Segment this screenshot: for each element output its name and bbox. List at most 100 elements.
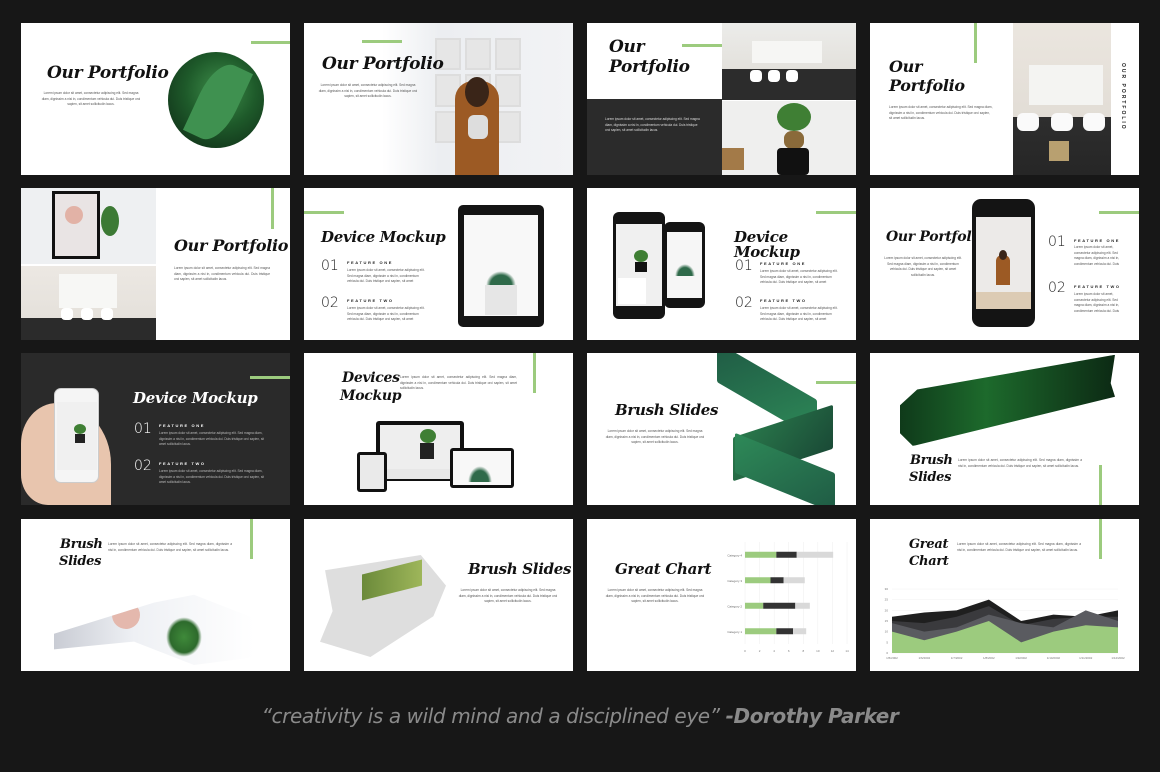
bar-segment xyxy=(770,577,784,584)
slide-title-line1: Great xyxy=(909,537,949,552)
feature-number: 02 xyxy=(321,295,339,311)
accent-bar xyxy=(251,41,290,44)
feature-number: 01 xyxy=(134,421,152,437)
y-tick-label: 30 xyxy=(885,587,889,591)
feature-number: 02 xyxy=(1048,280,1066,296)
y-tick-label: 5 xyxy=(886,640,888,644)
laptop-mockup xyxy=(450,448,514,488)
slide-device-mockup-2[interactable]: Device Mockup 01 FEATURE ONE Lorem ipsum… xyxy=(587,188,856,340)
slide-brush-slides-4[interactable]: Brush Slides Lorem ipsum dolor sit amet,… xyxy=(304,519,573,671)
slide-our-portfolio-3[interactable]: Our Portfolio Lorem ipsum dolor sit amet… xyxy=(587,23,856,175)
slide-great-chart-area[interactable]: Great Chart Lorem ipsum dolor sit amet, … xyxy=(870,519,1139,671)
slide-title: Device Mockup xyxy=(133,389,258,407)
slide-title: Brush Slides xyxy=(468,560,572,578)
feature-text: Lorem ipsum dolor sit amet, consectetur … xyxy=(159,431,265,447)
feature-number: 02 xyxy=(735,295,753,311)
slide-title: Device Mockup xyxy=(321,228,446,246)
quote-text: “creativity is a wild mind and a discipl… xyxy=(261,704,720,728)
y-tick-label: 10 xyxy=(885,630,889,634)
slide-body-text: Lorem ipsum dolor sit amet, consectetur … xyxy=(958,458,1082,468)
slide-great-chart-bar[interactable]: Great Chart Lorem ipsum dolor sit amet, … xyxy=(587,519,856,671)
slide-our-portfolio-1[interactable]: Our Portfolio Lorem ipsum dolor sit amet… xyxy=(21,23,290,175)
dark-text-panel xyxy=(587,99,722,175)
slide-title: Our Portfolio xyxy=(886,229,986,245)
quote: “creativity is a wild mind and a discipl… xyxy=(0,704,1160,728)
accent-bar xyxy=(362,40,402,43)
x-tick-label: 1/8/2002 xyxy=(983,656,995,660)
area-chart: 0 5 10 15 20 25 30 1/5/2002 1/6/2002 1/7/2002 1/8/… xyxy=(885,587,1125,660)
feature-number: 01 xyxy=(735,258,753,274)
slide-title-line1: Devices xyxy=(342,370,400,386)
slide-title-line2: Slides xyxy=(59,554,102,569)
feature-text: Lorem ipsum dolor sit amet, consectetur … xyxy=(760,306,838,323)
accent-bar xyxy=(974,23,977,63)
x-tick-label: 1/9/2002 xyxy=(1015,656,1027,660)
slide-body-text: Lorem ipsum dolor sit amet, consectetur … xyxy=(884,256,962,277)
slide-title-line2: Slides xyxy=(909,470,952,485)
slide-body-text: Lorem ipsum dolor sit amet, consectetur … xyxy=(889,105,993,121)
bar-segment xyxy=(796,551,834,558)
x-tick-label: 1/11/2002 xyxy=(1079,656,1092,660)
category-label: Category 2 xyxy=(727,604,742,608)
accent-bar xyxy=(816,211,856,214)
x-tick-label: 1/6/2002 xyxy=(918,656,930,660)
slide-body-text: Lorem ipsum dolor sit amet, consectetur … xyxy=(400,375,517,391)
tablet-mockup xyxy=(458,205,544,327)
bar-segment xyxy=(783,577,805,584)
feature-label: FEATURE ONE xyxy=(159,423,205,428)
feature-text: Lorem ipsum dolor sit amet, consectetur … xyxy=(347,306,425,323)
meeting-room-image xyxy=(21,266,156,340)
accent-bar xyxy=(271,188,274,229)
y-tick-label: 15 xyxy=(885,619,889,623)
phone-mockup-large xyxy=(613,212,665,319)
slide-body-text: Lorem ipsum dolor sit amet, consectetur … xyxy=(318,83,418,99)
slide-our-portfolio-5[interactable]: Our Portfolio Lorem ipsum dolor sit amet… xyxy=(21,188,290,340)
slide-our-portfolio-6[interactable]: Our Portfolio Lorem ipsum dolor sit amet… xyxy=(870,188,1139,340)
feature-text: Lorem ipsum dolor sit amet, consectetur … xyxy=(347,268,425,285)
category-label: Category 1 xyxy=(727,630,742,634)
bar-segment xyxy=(745,628,777,635)
bar-chart: 0 2 4 6 8 10 12 14 Category 4 Category 3 Category … xyxy=(727,542,849,653)
feature-label: FEATURE ONE xyxy=(760,261,806,266)
accent-bar xyxy=(682,44,722,47)
bar-segment xyxy=(745,602,764,609)
slide-brush-slides-2[interactable]: Brush Slides Lorem ipsum dolor sit amet,… xyxy=(870,353,1139,505)
accent-bar xyxy=(250,519,253,559)
category-label: Category 3 xyxy=(727,579,742,583)
leaf-brush-stroke-image xyxy=(900,355,1115,448)
bar-segment xyxy=(795,602,810,609)
bar-segment xyxy=(745,551,777,558)
slide-title-line2: Portfolio xyxy=(609,57,690,77)
x-tick-label: 8 xyxy=(802,649,804,653)
bonsai-image xyxy=(722,101,856,175)
slide-devices-mockup[interactable]: Devices Mockup Lorem ipsum dolor sit ame… xyxy=(304,353,573,505)
bar-segment xyxy=(745,577,771,584)
feature-label: FEATURE ONE xyxy=(1074,238,1120,243)
slide-our-portfolio-4[interactable]: Our Portfolio Lorem ipsum dolor sit amet… xyxy=(870,23,1139,175)
bar-segment xyxy=(776,628,794,635)
plant-brush-stroke-image xyxy=(54,594,254,665)
x-tick-label: 0 xyxy=(744,649,746,653)
slide-body-text: Lorem ipsum dolor sit amet, consectetur … xyxy=(41,91,141,107)
bar-segment xyxy=(793,628,807,635)
accent-bar xyxy=(1099,211,1139,214)
feature-label: FEATURE TWO xyxy=(159,461,206,466)
slide-title: Our Portfolio xyxy=(174,236,289,255)
feature-label: FEATURE TWO xyxy=(760,298,807,303)
feature-text: Lorem ipsum dolor sit amet, consectetur … xyxy=(1074,292,1120,313)
slide-brush-slides-1[interactable]: Brush Slides Lorem ipsum dolor sit amet,… xyxy=(587,353,856,505)
x-tick-label: 4 xyxy=(773,649,775,653)
y-tick-label: 20 xyxy=(885,608,889,612)
slide-body-text: Lorem ipsum dolor sit amet, consectetur … xyxy=(605,429,705,445)
accent-bar xyxy=(1099,519,1102,559)
category-label: Category 4 xyxy=(727,553,742,557)
slide-device-mockup-1[interactable]: Device Mockup 01 FEATURE ONE Lorem ipsum… xyxy=(304,188,573,340)
slide-title: Great Chart xyxy=(615,560,712,578)
slide-title-line2: Mockup xyxy=(340,388,402,404)
slide-brush-slides-3[interactable]: Brush Slides Lorem ipsum dolor sit amet,… xyxy=(21,519,290,671)
trees-brush-stroke-image xyxy=(320,555,446,657)
slide-device-mockup-dark[interactable]: Device Mockup 01 FEATURE ONE Lorem ipsum… xyxy=(21,353,290,505)
feature-label: FEATURE ONE xyxy=(347,260,393,265)
slide-our-portfolio-2[interactable]: Our Portfolio Lorem ipsum dolor sit amet… xyxy=(304,23,573,175)
accent-bar xyxy=(533,353,536,393)
